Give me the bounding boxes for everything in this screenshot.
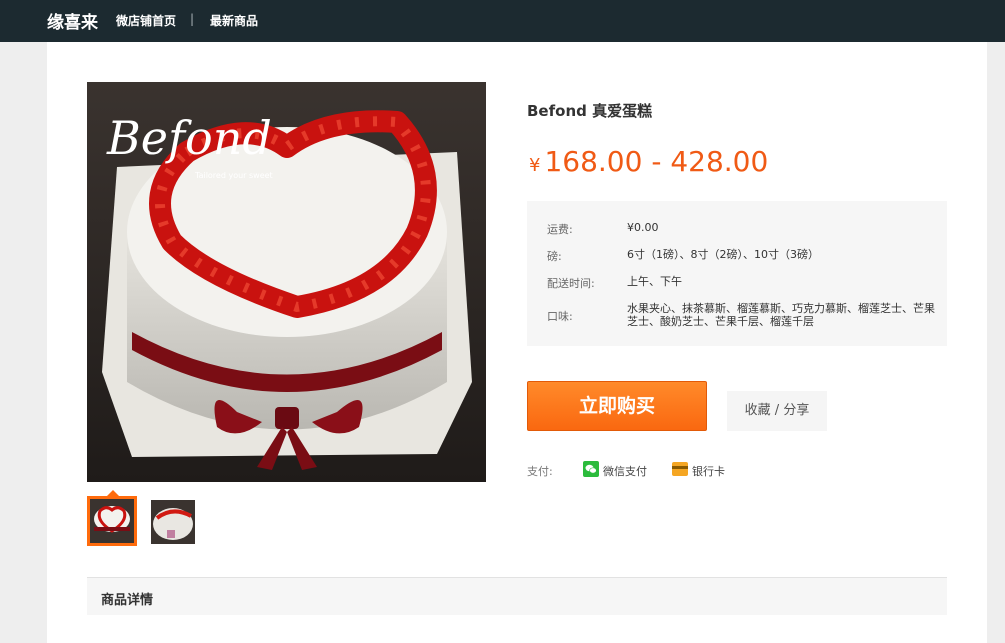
spec-value-shipping: ¥0.00 — [627, 221, 659, 234]
payment-bank-card: 银行卡 — [692, 465, 725, 478]
thumbnail-2-image — [151, 500, 195, 544]
spec-value-size[interactable]: 6寸（1磅）、8寸（2磅）、10寸（3磅） — [627, 248, 939, 261]
payment-label: 支付: — [527, 465, 553, 478]
bank-card-icon — [672, 462, 688, 476]
product-main-image: Befond Tailored your sweet — [87, 82, 486, 482]
shop-brand[interactable]: 缘喜来 — [47, 8, 98, 33]
product-specs: 运费: ¥0.00 磅: 6寸（1磅）、8寸（2磅）、10寸（3磅） 配送时间:… — [527, 201, 947, 346]
nav-new-items[interactable]: 最新商品 — [210, 12, 258, 29]
product-price: ¥168.00 - 428.00 — [529, 145, 768, 178]
wechat-pay-icon — [583, 461, 599, 477]
spec-label-delivery: 配送时间: — [547, 277, 595, 290]
spec-value-delivery[interactable]: 上午、下午 — [627, 275, 939, 288]
spec-label-flavor: 口味: — [547, 310, 573, 323]
buy-now-button[interactable]: 立即购买 — [527, 381, 707, 431]
product-title: Befond 真爱蛋糕 — [527, 102, 653, 120]
nav-shop-home[interactable]: 微店铺首页 — [116, 12, 176, 29]
product-details-section: 商品详情 — [87, 577, 947, 615]
top-navbar: 缘喜来 微店铺首页 | 最新商品 — [0, 0, 1005, 42]
thumbnail-1[interactable] — [87, 496, 137, 546]
nav-separator: | — [190, 12, 195, 26]
thumbnail-2[interactable] — [151, 500, 195, 544]
spec-value-flavor[interactable]: 水果夹心、抹茶慕斯、榴莲慕斯、巧克力慕斯、榴莲芝士、芒果芝士、酸奶芝士、芒果千层… — [627, 302, 939, 328]
favorite-share-button[interactable]: 收藏 / 分享 — [727, 391, 827, 431]
spec-label-shipping: 运费: — [547, 223, 573, 236]
product-details-title[interactable]: 商品详情 — [101, 589, 153, 608]
price-currency: ¥ — [529, 155, 541, 176]
thumbnail-1-image — [90, 499, 134, 543]
payment-wechat: 微信支付 — [603, 465, 647, 478]
cake-photo: Befond Tailored your sweet — [87, 82, 486, 482]
spec-label-size: 磅: — [547, 250, 562, 263]
image-logo-text: Befond — [106, 111, 272, 165]
price-range: 168.00 - 428.00 — [544, 145, 769, 178]
image-tagline: Tailored your sweet — [194, 171, 273, 180]
